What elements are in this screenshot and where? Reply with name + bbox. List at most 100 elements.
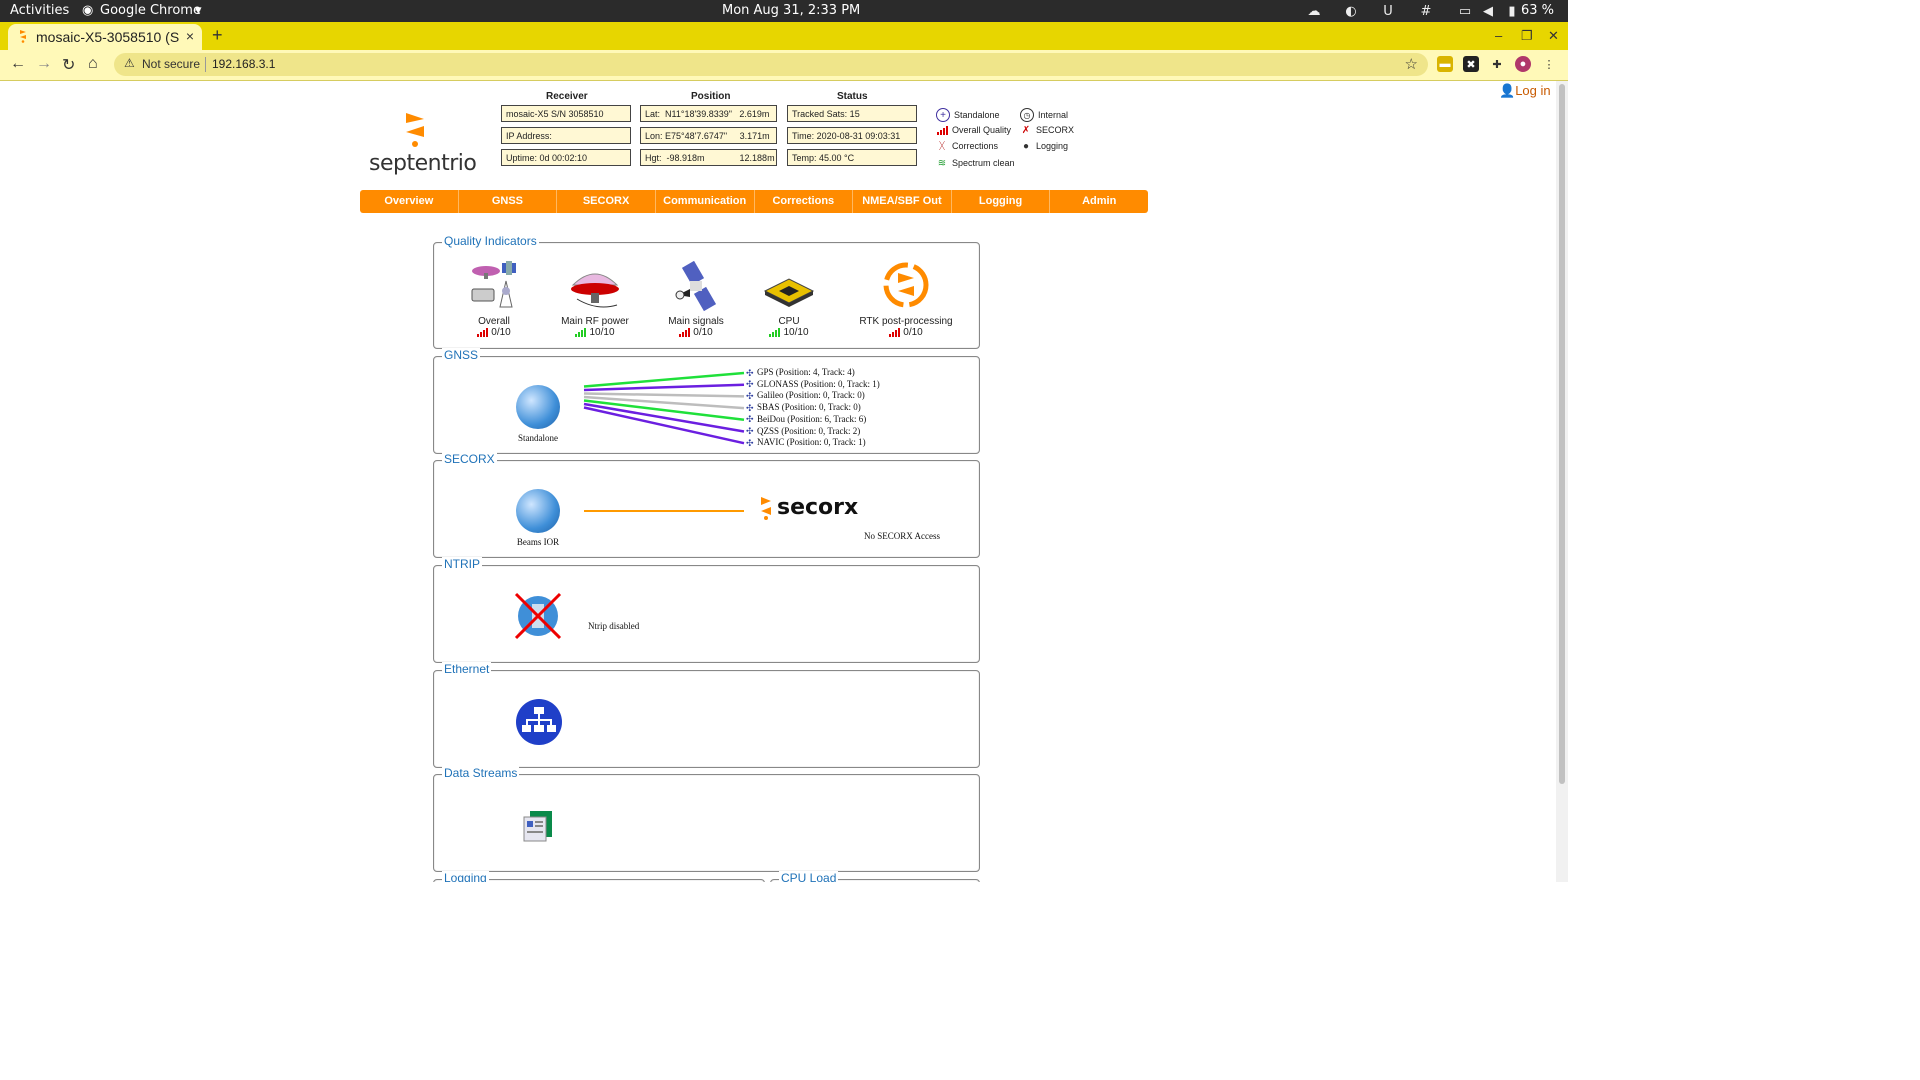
browser-menu-icon[interactable]: ⋮ [1541, 56, 1557, 72]
window-close-icon[interactable]: ✕ [1548, 28, 1559, 44]
update-icon[interactable]: ◐ [1343, 3, 1359, 19]
satellite-icon: ✣ [746, 426, 754, 436]
bookmark-star-icon[interactable]: ☆ [1405, 55, 1418, 73]
qi-cpu[interactable]: CPU 10/10 [759, 261, 819, 338]
web-page: 👤Log in septentrio Receiver Position Sta… [0, 81, 1556, 882]
slack-icon[interactable]: # [1418, 3, 1434, 19]
gnss-mode-label: Standalone [518, 433, 558, 443]
menu-overview[interactable]: Overview [360, 190, 459, 213]
volume-icon[interactable]: ◀ [1480, 3, 1496, 19]
warning-icon[interactable]: ⚠ [124, 56, 135, 70]
spectrum-icon: ≋ [937, 157, 947, 169]
extension-keys-icon[interactable]: ▬ [1437, 56, 1453, 72]
position-hgt: Hgt: -98.918m 12.188m [640, 149, 777, 166]
dropbox-icon[interactable]: ☁ [1306, 3, 1322, 19]
menu-secorx[interactable]: SECORX [557, 190, 656, 213]
legend-spectrum-clean-label: Spectrum clean [952, 158, 1015, 168]
qi-main-rf-power-value: 10/10 [589, 327, 615, 338]
legend-secorx-label: SECORX [1036, 125, 1075, 135]
battery-percent[interactable]: 63 % [1521, 3, 1554, 18]
chrome-app-icon: ◉ [82, 3, 94, 18]
position-lon: Lon: E75°48'7.6747" 3.171m [640, 127, 777, 144]
qi-cpu-value: 10/10 [783, 327, 809, 338]
beams-globe-icon[interactable] [516, 489, 560, 533]
activities-button[interactable]: Activities [10, 3, 69, 18]
new-tab-button[interactable]: + [212, 25, 223, 46]
qi-overall[interactable]: Overall 0/10 [462, 261, 526, 338]
qi-signals-bars-icon [679, 328, 691, 337]
ethernet-panel: Ethernet [433, 662, 980, 768]
legend-standalone-label: Standalone [954, 110, 1000, 120]
ethernet-network-icon[interactable] [514, 697, 564, 747]
standalone-globe-icon[interactable] [516, 385, 560, 429]
main-menu: Overview GNSS SECORX Communication Corre… [360, 190, 1148, 213]
back-icon[interactable]: ← [10, 55, 26, 73]
display-icon[interactable]: ▭ [1457, 3, 1473, 19]
extensions-puzzle-icon[interactable]: ✚ [1489, 56, 1505, 72]
logging-disk-icon: ● [1022, 140, 1030, 152]
menu-admin[interactable]: Admin [1050, 190, 1148, 213]
clock[interactable]: Mon Aug 31, 2:33 PM [722, 3, 860, 18]
qi-cpu-label: CPU [778, 316, 800, 327]
ntrip-panel: NTRIP Ntrip disabled [433, 557, 980, 663]
ntrip-disabled-icon[interactable] [512, 590, 564, 642]
scrollbar-thumb[interactable] [1559, 84, 1565, 784]
login-label[interactable]: Log in [1515, 83, 1550, 98]
quality-indicators-panel: Quality Indicators Overall 0/10 Main RF … [433, 234, 980, 349]
forward-icon[interactable]: → [36, 55, 52, 73]
gnss-constellation-item: ✣ NAVIC (Position: 0, Track: 1) [746, 437, 866, 448]
data-streams-panel: Data Streams [433, 766, 980, 872]
tab-close-icon[interactable]: × [186, 28, 194, 44]
gnss-constellation-item: ✣ GLONASS (Position: 0, Track: 1) [746, 378, 880, 390]
legend-logging: ● Logging [1020, 140, 1068, 152]
secorx-link-line [584, 510, 744, 512]
page-scrollbar[interactable] [1556, 81, 1568, 882]
secorx-logo: secorx [759, 495, 858, 520]
qi-overall-label: Overall [478, 316, 510, 327]
maximize-icon[interactable]: ❐ [1521, 28, 1533, 44]
app-menu[interactable]: Google Chrome [100, 3, 201, 18]
qi-main-signals[interactable]: Main signals 0/10 [662, 260, 730, 338]
not-secure-label[interactable]: Not secure [142, 57, 200, 71]
browser-tab[interactable]: mosaic-X5-3058510 (S × [8, 24, 202, 50]
home-icon[interactable]: ⌂ [88, 55, 98, 73]
extension-dark-icon[interactable]: ✖ [1463, 56, 1479, 72]
battery-icon[interactable]: ▮ [1504, 3, 1520, 19]
menu-nmea-sbf-out[interactable]: NMEA/SBF Out [853, 190, 952, 213]
tab-strip: mosaic-X5-3058510 (S × + – ❐ ✕ [0, 22, 1568, 50]
menu-corrections[interactable]: Corrections [755, 190, 854, 213]
minimize-icon[interactable]: – [1495, 28, 1502, 43]
internal-clock-icon: ◷ [1020, 108, 1034, 122]
satellite-icon: ✣ [746, 414, 754, 425]
legend-corrections-label: Corrections [952, 141, 999, 151]
login-link[interactable]: 👤Log in [1499, 83, 1551, 99]
u-icon[interactable]: U [1380, 3, 1396, 19]
legend-secorx: ✗ SECORX [1020, 124, 1074, 136]
qi-rtk-post-processing[interactable]: RTK post-processing 0/10 [854, 261, 958, 338]
qi-main-rf-power[interactable]: Main RF power 10/10 [554, 261, 636, 338]
legend-overall-quality-label: Overall Quality [952, 125, 1012, 135]
secorx-panel: SECORX Beams IOR secorx No SECORX Access [433, 452, 980, 558]
menu-communication[interactable]: Communication [656, 190, 755, 213]
url-text[interactable]: 192.168.3.1 [212, 57, 275, 71]
gnss-constellation-label: QZSS (Position: 0, Track: 2) [757, 425, 861, 436]
data-streams-icon[interactable] [522, 809, 556, 843]
status-time: Time: 2020-08-31 09:03:31 [787, 127, 917, 144]
gnss-signal-lines [583, 371, 745, 445]
qi-rtk-label: RTK post-processing [859, 316, 953, 327]
position-lat: Lat: N11°18'39.8339" 2.619m [640, 105, 777, 122]
profile-avatar-icon[interactable]: ● [1515, 56, 1531, 72]
address-bar[interactable]: ⚠ Not secure 192.168.3.1 ☆ [114, 53, 1428, 76]
gnss-constellation-label: GLONASS (Position: 0, Track: 1) [757, 378, 880, 389]
logging-panel: Logging [433, 871, 765, 882]
menu-gnss[interactable]: GNSS [459, 190, 558, 213]
reload-icon[interactable]: ↻ [62, 55, 75, 75]
rtk-refresh-icon [883, 262, 929, 308]
receiver-serial: mosaic-X5 S/N 3058510 [501, 105, 631, 122]
cpu-chip-icon [763, 278, 815, 307]
signal-bars-icon [936, 124, 948, 136]
data-streams-title: Data Streams [442, 766, 520, 780]
qi-overall-bars-icon [477, 328, 489, 337]
septentrio-logo-mark-icon [406, 113, 424, 147]
menu-logging[interactable]: Logging [952, 190, 1051, 213]
